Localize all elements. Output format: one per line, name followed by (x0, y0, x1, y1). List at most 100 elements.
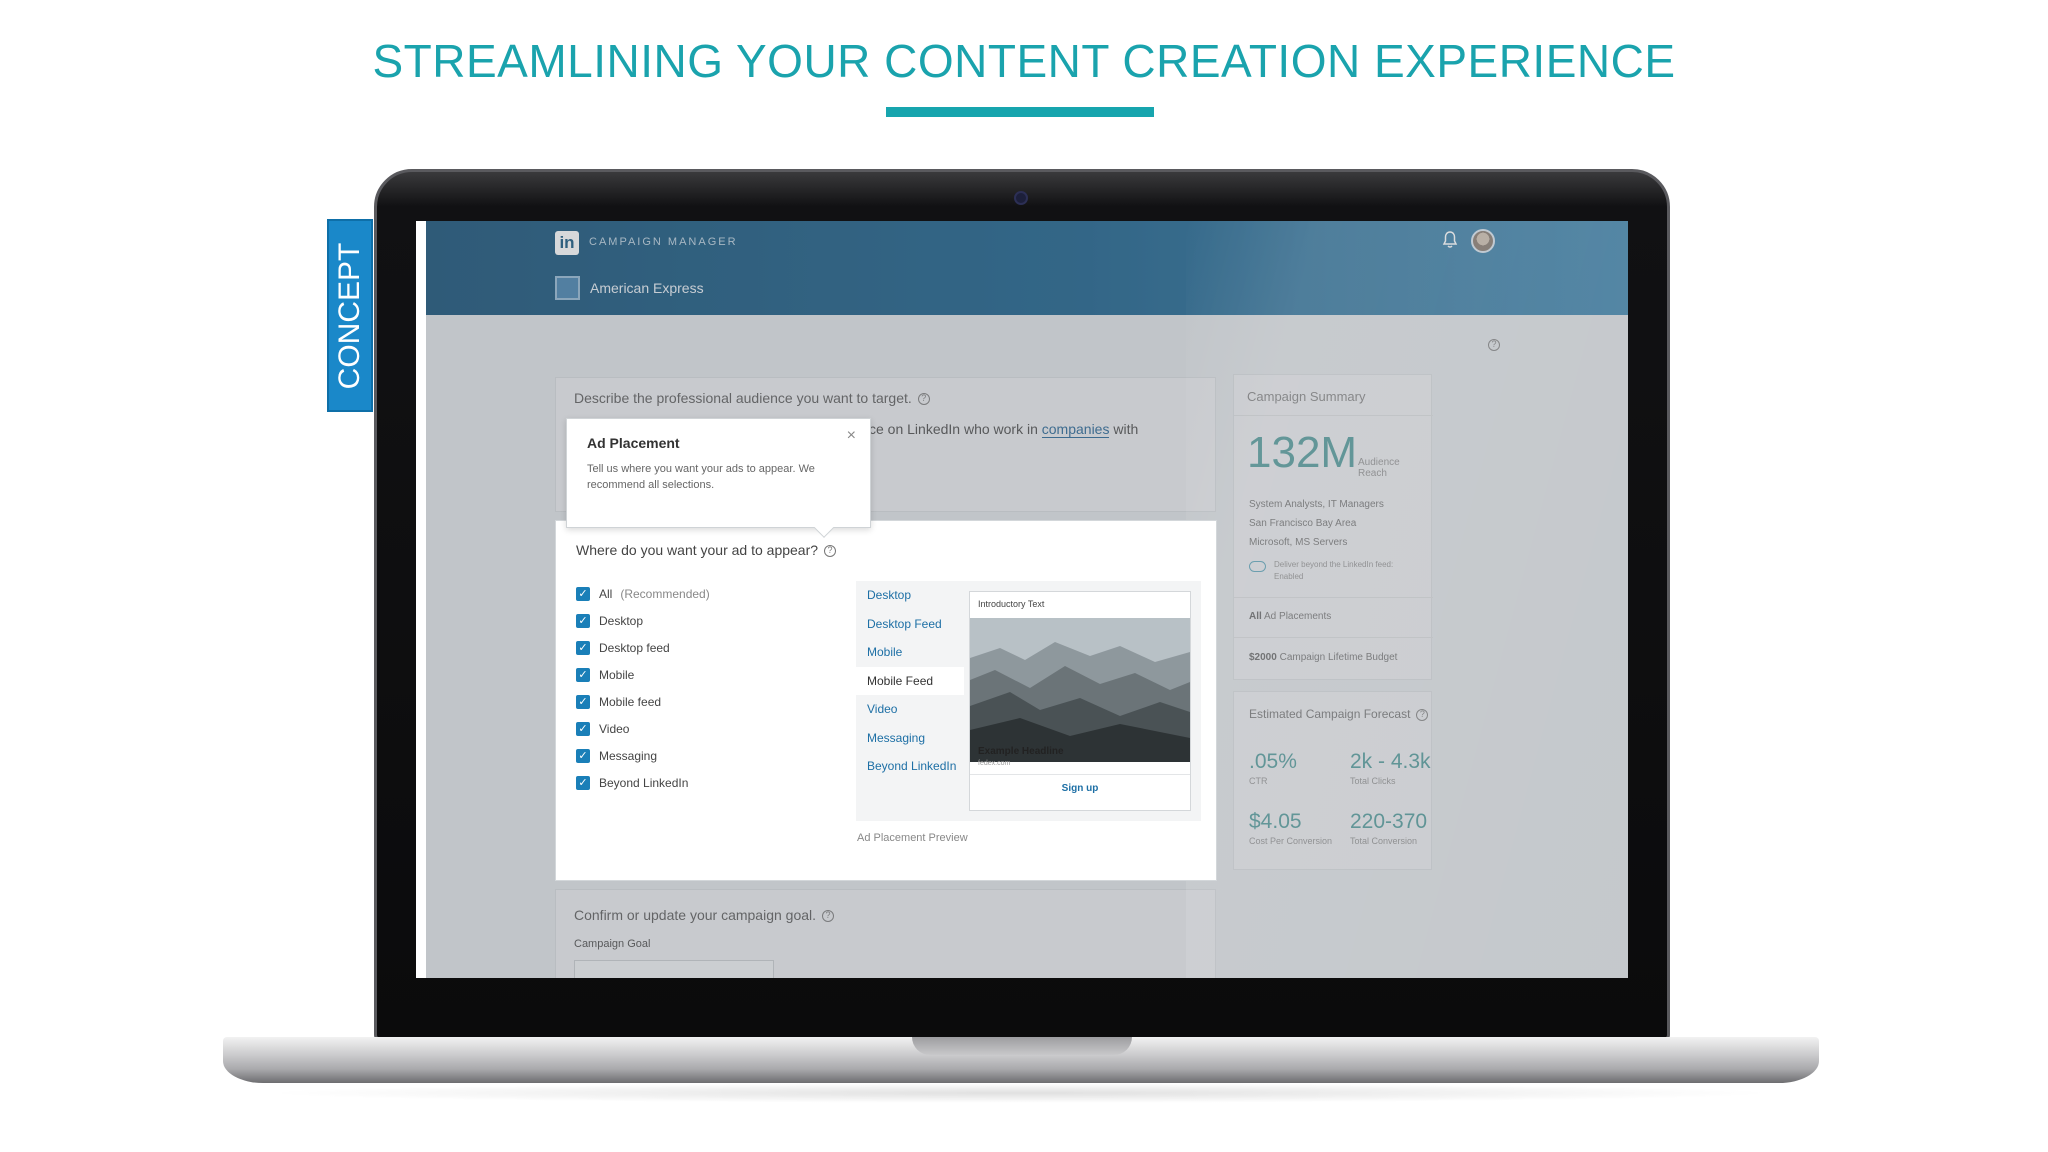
preview-panel: Desktop Desktop Feed Mobile Mobile Feed Vide… (856, 581, 1201, 821)
campaign-goal-select[interactable] (574, 960, 774, 978)
campaign-forecast-card: Estimated Campaign Forecast? .05% CTR 2k… (1233, 691, 1432, 870)
account-logo-icon (555, 276, 580, 300)
placement-option[interactable]: ✓ Beyond LinkedIn (576, 769, 836, 796)
forecast-metric-clicks: 2k - 4.3k Total Clicks (1350, 750, 1431, 786)
placement-option[interactable]: ✓ Messaging (576, 742, 836, 769)
placement-option[interactable]: ✓ Mobile (576, 661, 836, 688)
audience-question: Describe the professional audience you w… (574, 390, 930, 406)
metric-value: .05% (1249, 750, 1297, 773)
placement-option[interactable]: ✓ Video (576, 715, 836, 742)
ad-placement-card-focused: Where do you want your ad to appear?? ✓ A… (555, 520, 1217, 881)
metric-label: Total Conversion (1350, 836, 1418, 846)
placement-option-label: Mobile feed (599, 694, 662, 709)
audience-sentence-text: ce on LinkedIn who work in (869, 421, 1038, 437)
placement-option-label: Video (599, 721, 630, 736)
slide-title: STREAMLINING YOUR CONTENT CREATION EXPER… (372, 35, 1676, 87)
placements-summary: All Ad Placements (1249, 611, 1331, 622)
placement-option-label: Mobile (599, 667, 635, 682)
metric-label: Cost Per Conversion (1249, 836, 1333, 846)
criteria-line: Microsoft, MS Servers (1249, 537, 1348, 548)
checkbox-checked-icon[interactable]: ✓ (576, 613, 590, 628)
app-name: CAMPAIGN MANAGER (589, 236, 738, 248)
forecast-title-text: Estimated Campaign Forecast (1249, 707, 1411, 721)
forecast-metric-cpc: $4.05 Cost Per Conversion (1249, 810, 1332, 846)
preview-tab[interactable]: Desktop (856, 581, 964, 610)
app-header: in CAMPAIGN MANAGER American Express (426, 221, 1628, 315)
preview-tab[interactable]: Mobile (856, 638, 964, 667)
placement-option[interactable]: ✓ Mobile feed (576, 688, 836, 715)
ad-image (970, 618, 1190, 762)
criteria-line: System Analysts, IT Managers (1249, 499, 1384, 510)
help-icon[interactable]: ? (1488, 339, 1500, 351)
title-underline (886, 107, 1154, 117)
preview-tab[interactable]: Desktop Feed (856, 610, 964, 639)
ad-divider (970, 774, 1190, 775)
placement-option[interactable]: ✓ Desktop feed (576, 634, 836, 661)
preview-tab[interactable]: Video (856, 695, 964, 724)
laptop-shadow (260, 1083, 1780, 1103)
preview-tab[interactable]: Messaging (856, 724, 964, 753)
checkbox-checked-icon[interactable]: ✓ (576, 721, 590, 736)
laptop-screen: in CAMPAIGN MANAGER American Express ? D… (416, 221, 1628, 978)
placement-option-label: Beyond LinkedIn (599, 775, 689, 790)
budget-summary: $2000 Campaign Lifetime Budget (1249, 652, 1397, 663)
account-name[interactable]: American Express (590, 280, 704, 296)
checkbox-checked-icon[interactable]: ✓ (576, 640, 590, 655)
slide: STREAMLINING YOUR CONTENT CREATION EXPER… (0, 0, 2048, 1152)
close-icon[interactable]: × (847, 427, 856, 445)
metric-value: 220-370 (1350, 810, 1428, 833)
checkbox-checked-icon[interactable]: ✓ (576, 694, 590, 709)
audience-reach-value: 132M (1247, 428, 1358, 477)
placement-option-label: Messaging (599, 748, 658, 763)
checkbox-checked-icon[interactable]: ✓ (576, 667, 590, 682)
placement-option-note: (Recommended) (620, 586, 710, 601)
placement-option-label: All (599, 586, 613, 601)
deliver-beyond-text: Deliver beyond the LinkedIn feed: Enable… (1274, 560, 1394, 581)
laptop-notch (912, 1037, 1132, 1055)
preview-tab[interactable]: Mobile Feed (856, 666, 964, 695)
ad-placement-tooltip: Ad Placement Tell us where you want your… (566, 418, 871, 538)
ad-cta-button[interactable]: Sign up (970, 783, 1190, 794)
audience-sentence: ce on LinkedIn who work in companies wit… (869, 421, 1139, 438)
audience-question-text: Describe the professional audience you w… (574, 390, 912, 406)
metric-value: 2k - 4.3k (1350, 750, 1431, 773)
preview-caption: Ad Placement Preview (857, 832, 968, 844)
forecast-metric-ctr: .05% CTR (1249, 750, 1297, 786)
checkbox-checked-icon[interactable]: ✓ (576, 748, 590, 763)
budget-amount: $2000 (1249, 652, 1277, 663)
placement-option[interactable]: ✓ Desktop (576, 607, 836, 634)
camera-icon (1014, 191, 1028, 205)
audience-reach-label: Audience Reach (1358, 457, 1400, 479)
criteria-line: San Francisco Bay Area (1249, 518, 1357, 529)
help-icon[interactable]: ? (917, 393, 930, 406)
targeting-criteria: System Analysts, IT Managers San Francis… (1249, 495, 1384, 552)
bell-icon[interactable] (1442, 231, 1462, 253)
help-icon[interactable]: ? (1416, 708, 1429, 721)
placements-rest: Ad Placements (1264, 611, 1332, 622)
companies-link[interactable]: companies (1041, 421, 1110, 438)
placement-checkbox-list: ✓ All (Recommended) ✓ Desktop ✓ Desktop feed ✓ M… (576, 580, 836, 796)
ad-domain: fedex.com (978, 760, 1011, 767)
placement-option-label: Desktop feed (599, 640, 670, 655)
checkbox-checked-icon[interactable]: ✓ (576, 775, 590, 790)
avatar[interactable] (1471, 229, 1495, 253)
tooltip-title: Ad Placement (587, 435, 680, 451)
linkedin-logo-icon[interactable]: in (555, 231, 579, 255)
concept-tab-label: CONCEPT (333, 242, 366, 389)
placement-option[interactable]: ✓ All (Recommended) (576, 580, 836, 607)
campaign-goal-label: Campaign Goal (574, 938, 651, 950)
toggle-icon[interactable] (1249, 561, 1266, 572)
audience-sentence-tail: with (1113, 421, 1139, 437)
help-icon[interactable]: ? (824, 545, 837, 558)
placements-bold: All (1249, 611, 1262, 622)
budget-label: Campaign Lifetime Budget (1279, 652, 1398, 663)
campaign-summary-card: Campaign Summary 132M Audience Reach Sys… (1233, 374, 1433, 680)
preview-tab[interactable]: Beyond LinkedIn (856, 752, 964, 781)
placement-question: Where do you want your ad to appear?? (576, 542, 837, 558)
campaign-goal-card: Confirm or update your campaign goal.? C… (555, 889, 1216, 978)
summary-divider (1234, 637, 1433, 638)
help-icon[interactable]: ? (822, 910, 835, 923)
summary-divider (1234, 597, 1433, 598)
checkbox-checked-icon[interactable]: ✓ (576, 586, 590, 601)
preview-tab-list: Desktop Desktop Feed Mobile Mobile Feed Vide… (856, 581, 964, 781)
